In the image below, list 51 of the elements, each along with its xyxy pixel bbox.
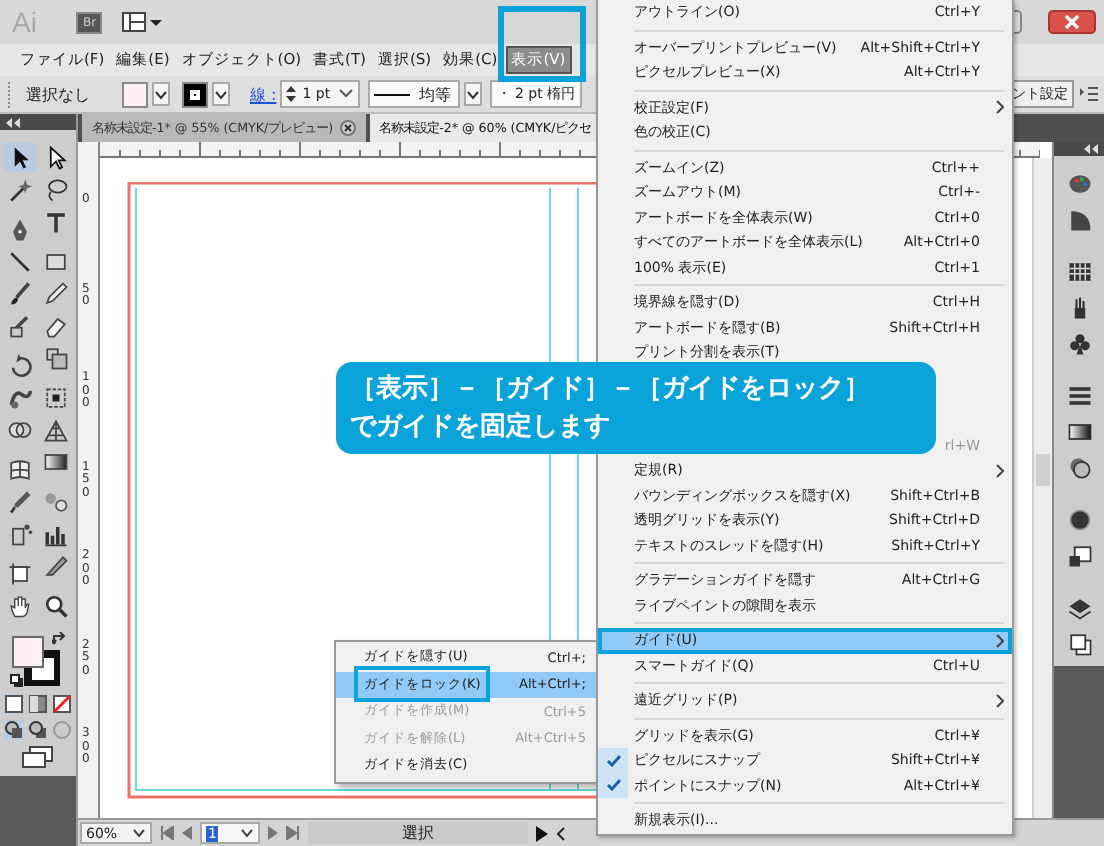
stroke-link[interactable]: 線 : [250, 83, 277, 105]
panel-menu-icon[interactable] [1080, 86, 1098, 102]
scrollbar-thumb[interactable] [1036, 454, 1050, 486]
fill-swatch[interactable] [122, 81, 148, 107]
club-icon[interactable] [1065, 329, 1093, 357]
scale-icon[interactable] [40, 342, 72, 372]
square-styles-icon[interactable] [1065, 541, 1093, 569]
artboard-icon[interactable] [4, 558, 36, 588]
overlapping-circles-icon[interactable] [1065, 453, 1093, 481]
palette-icon[interactable] [1065, 169, 1093, 197]
scroll-left-icon[interactable] [556, 825, 566, 841]
callout-text: でガイドを固定します [350, 409, 612, 446]
current-tool-status: 選択 [308, 822, 528, 844]
caret-icon [132, 828, 146, 838]
mesh-icon[interactable] [4, 454, 36, 484]
draw-normal-icon[interactable] [4, 720, 24, 740]
draw-behind-icon[interactable] [28, 720, 48, 740]
zoom-icon[interactable] [40, 590, 72, 620]
fill-stroke-swatches-icon[interactable] [8, 634, 60, 686]
close-icon[interactable] [339, 120, 356, 136]
stacked-pages-icon[interactable] [1065, 629, 1093, 657]
free-transform-icon[interactable] [40, 382, 72, 412]
layout-icon[interactable] [122, 12, 163, 32]
stroke-profile-dropdown[interactable]: 均等 [368, 80, 461, 108]
caret-icon [240, 828, 254, 838]
caret-icon [338, 88, 355, 100]
swap-arrow-icon[interactable] [52, 632, 68, 646]
pencil-icon[interactable] [40, 278, 72, 308]
screen-mode-icon[interactable] [22, 746, 54, 768]
last-page-icon[interactable] [286, 826, 300, 840]
magic-wand-icon[interactable] [4, 174, 36, 204]
previous-page-icon[interactable] [182, 826, 192, 840]
filled-circle-icon[interactable] [1065, 505, 1093, 533]
spinner-arrows-icon[interactable] [286, 84, 297, 104]
stroke-swatch[interactable] [182, 81, 208, 107]
close-button[interactable] [1048, 10, 1096, 34]
stroke-lines-icon[interactable] [1065, 381, 1093, 409]
next-page-icon[interactable] [268, 826, 278, 840]
selection-status: 選択なし [26, 83, 92, 105]
eyedropper-icon[interactable] [4, 486, 36, 516]
swatch-grid-icon[interactable] [1065, 257, 1093, 285]
perspective-grid-icon[interactable] [40, 414, 72, 444]
none-mode-icon[interactable] [52, 694, 72, 714]
first-page-icon[interactable] [160, 826, 174, 840]
gradient-mode-icon[interactable] [28, 694, 48, 714]
play-arrow-icon[interactable] [536, 825, 548, 841]
knife-icon[interactable] [40, 550, 72, 580]
default-colors-icon[interactable] [10, 674, 24, 688]
callout-text: ［表示］－［ガイド］－［ガイドをロック］ [350, 372, 872, 408]
empty-panel-area [0, 776, 76, 846]
color-mode-icon[interactable] [4, 694, 24, 714]
